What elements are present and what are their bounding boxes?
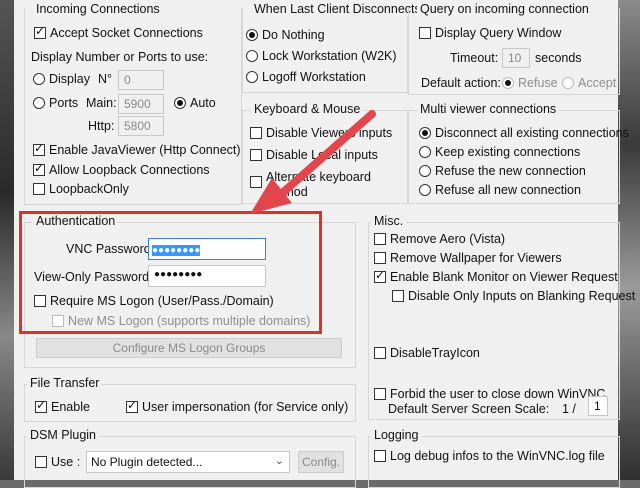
remove-aero-checkbox[interactable]: Remove Aero (Vista): [374, 232, 505, 246]
chevron-down-icon: ⌄: [274, 455, 284, 467]
keyboard-mouse-title: Keyboard & Mouse: [251, 102, 364, 116]
disable-viewers-inputs-checkbox[interactable]: Disable Viewers inputs: [250, 126, 392, 140]
disable-only-inputs-checkbox[interactable]: Disable Only Inputs on Blanking Request: [392, 289, 635, 303]
remove-wallpaper-checkbox[interactable]: Remove Wallpaper for Viewers: [374, 251, 562, 265]
screen-scale-label: Default Server Screen Scale:: [388, 402, 550, 416]
file-transfer-enable-checkbox[interactable]: Enable: [35, 398, 90, 414]
screen-scale-prefix: 1 /: [562, 402, 576, 416]
display-query-checkbox[interactable]: Display Query Window: [419, 26, 561, 40]
accept-socket-checkbox[interactable]: Accept Socket Connections: [34, 24, 203, 40]
logoff-workstation-radio[interactable]: Logoff Workstation: [246, 70, 366, 84]
disable-local-inputs-checkbox[interactable]: Disable Local inputs: [250, 148, 378, 162]
forbid-close-checkbox[interactable]: Forbid the user to close down WinVNC: [374, 387, 605, 401]
plugin-dropdown[interactable]: No Plugin detected... ⌄: [86, 451, 290, 473]
display-number-field[interactable]: 0: [118, 70, 164, 90]
lock-workstation-radio[interactable]: Lock Workstation (W2K): [246, 49, 397, 63]
loopback-only-checkbox[interactable]: LoopbackOnly: [33, 182, 129, 196]
auto-radio[interactable]: Auto: [174, 96, 216, 110]
ports-radio[interactable]: Ports: [33, 96, 78, 110]
allow-loopback-checkbox[interactable]: Allow Loopback Connections: [33, 161, 210, 177]
log-debug-checkbox[interactable]: Log debug infos to the WinVNC.log file: [374, 449, 605, 463]
disconnect-all-radio[interactable]: Disconnect all existing connections: [419, 126, 629, 140]
seconds-label: seconds: [535, 51, 582, 65]
incoming-connections-title: Incoming Connections: [33, 2, 163, 16]
configure-ms-logon-groups-button[interactable]: Configure MS Logon Groups: [36, 338, 342, 358]
do-nothing-radio[interactable]: Do Nothing: [246, 28, 325, 42]
winvnc-properties-window: Incoming Connections Accept Socket Conne…: [14, 0, 635, 488]
timeout-label: Timeout:: [450, 51, 499, 65]
accept-radio[interactable]: Accept: [562, 76, 616, 90]
background-left: [0, 0, 14, 480]
display-ports-label: Display Number or Ports to use:: [31, 50, 209, 64]
n-label: N°: [98, 72, 113, 86]
refuse-radio[interactable]: Refuse: [502, 76, 558, 90]
http-port-label: Http:: [88, 119, 115, 133]
display-radio[interactable]: Display: [33, 72, 90, 86]
enable-javaviewer-checkbox[interactable]: Enable JavaViewer (Http Connect): [33, 141, 241, 157]
dsm-use-checkbox[interactable]: Use :: [35, 455, 80, 469]
screen-scale-field[interactable]: 1: [588, 396, 608, 416]
multi-viewer-title: Multi viewer connections: [417, 102, 560, 116]
enable-blank-monitor-checkbox[interactable]: Enable Blank Monitor on Viewer Request: [374, 268, 618, 284]
main-port-field[interactable]: 5900: [118, 94, 164, 114]
dsm-plugin-title: DSM Plugin: [27, 428, 99, 442]
user-impersonation-checkbox[interactable]: User impersonation (for Service only): [126, 398, 348, 414]
main-port-label: Main:: [86, 96, 117, 110]
keep-existing-radio[interactable]: Keep existing connections: [419, 145, 580, 159]
highlight-box: [19, 211, 322, 334]
refuse-new-radio[interactable]: Refuse the new connection: [419, 164, 586, 178]
http-port-field[interactable]: 5800: [118, 116, 164, 136]
misc-title: Misc.: [371, 214, 407, 228]
default-action-label: Default action:: [421, 76, 501, 90]
refuse-all-radio[interactable]: Refuse all new connection: [419, 183, 581, 197]
disconnect-title: When Last Client Disconnects: [251, 2, 424, 16]
plugin-dropdown-value: No Plugin detected...: [91, 455, 203, 469]
query-title: Query on incoming connection: [417, 2, 592, 16]
logging-title: Logging: [371, 428, 422, 442]
timeout-field[interactable]: 10: [502, 48, 530, 68]
alternate-keyboard-checkbox[interactable]: Alternate keyboard method: [250, 170, 371, 200]
background-right: [618, 0, 640, 480]
config-button[interactable]: Config.: [298, 451, 344, 473]
file-transfer-title: File Transfer: [27, 376, 103, 390]
disable-tray-icon-checkbox[interactable]: DisableTrayIcon: [374, 346, 480, 360]
